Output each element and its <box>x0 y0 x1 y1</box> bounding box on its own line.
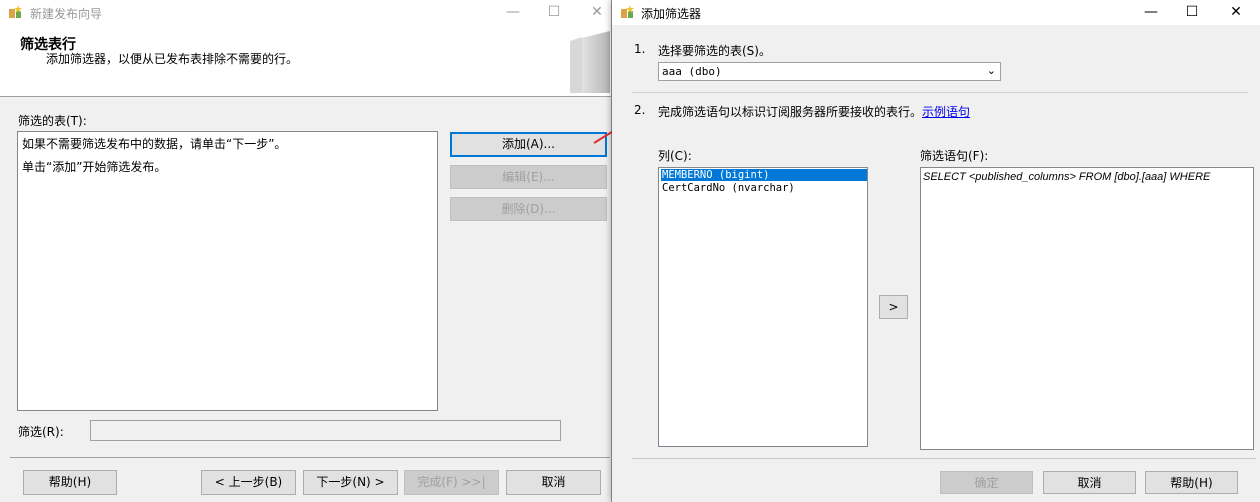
list-item: 单击“添加”开始筛选发布。 <box>22 160 167 174</box>
bottom-separator <box>632 458 1256 459</box>
filter-label: 筛选(R): <box>18 425 64 439</box>
filtered-tables-list[interactable]: 如果不需要筛选发布中的数据，请单击“下一步”。 单击“添加”开始筛选发布。 <box>17 131 438 411</box>
list-item[interactable]: MEMBERNO (bigint) <box>661 169 867 181</box>
help-button[interactable]: 帮助(H) <box>23 470 117 495</box>
new-publication-wizard-window: 新建发布向导 — ☐ ✕ 筛选表行 添加筛选器，以便从已发布表排除不需要的行。 … <box>0 0 612 502</box>
filter-statement-textarea[interactable]: SELECT <published_columns> FROM [dbo].[a… <box>920 167 1254 450</box>
add-filter-dialog: 添加筛选器 — ☐ ✕ 1. 选择要筛选的表(S)。 aaa (dbo) ⌄ 2… <box>612 0 1260 502</box>
example-statement-link[interactable]: 示例语句 <box>922 105 970 119</box>
app-icon <box>621 5 634 18</box>
finish-button[interactable]: 完成(F) >>| <box>404 470 499 495</box>
wizard-titlebar: 新建发布向导 — ☐ ✕ <box>0 0 611 25</box>
wizard-banner-graphic <box>570 31 610 93</box>
dialog-titlebar: 添加筛选器 — ☐ ✕ <box>612 0 1260 25</box>
maximize-button[interactable]: ☐ <box>539 2 569 22</box>
bottom-separator <box>10 457 610 458</box>
table-select-value: aaa (dbo) <box>662 65 722 78</box>
step2-text: 完成筛选语句以标识订阅服务器所要接收的表行。 <box>658 105 923 119</box>
list-item: 如果不需要筛选发布中的数据，请单击“下一步”。 <box>22 137 287 151</box>
cancel-button[interactable]: 取消 <box>506 470 601 495</box>
maximize-button[interactable]: ☐ <box>1177 2 1207 22</box>
app-icon <box>9 5 22 18</box>
minimize-button[interactable]: — <box>498 2 528 22</box>
filter-statement-text: SELECT <published_columns> FROM [dbo].[a… <box>923 171 1211 183</box>
ok-button[interactable]: 确定 <box>940 471 1033 494</box>
delete-filter-button[interactable]: 删除(D)... <box>450 197 607 221</box>
filter-statement-label: 筛选语句(F): <box>920 149 989 163</box>
columns-label: 列(C): <box>658 149 692 163</box>
next-button[interactable]: 下一步(N) > <box>303 470 398 495</box>
help-button[interactable]: 帮助(H) <box>1145 471 1238 494</box>
page-subtitle: 添加筛选器，以便从已发布表排除不需要的行。 <box>46 52 299 66</box>
minimize-button[interactable]: — <box>1136 2 1166 22</box>
chevron-down-icon: ⌄ <box>986 64 996 77</box>
add-column-button[interactable]: > <box>879 295 908 319</box>
back-button[interactable]: < 上一步(B) <box>201 470 296 495</box>
close-button[interactable]: ✕ <box>1221 2 1251 22</box>
wizard-title: 新建发布向导 <box>30 7 103 21</box>
cancel-button[interactable]: 取消 <box>1043 471 1136 494</box>
dialog-title: 添加筛选器 <box>641 7 702 21</box>
wizard-header: 筛选表行 添加筛选器，以便从已发布表排除不需要的行。 <box>0 25 611 97</box>
add-filter-button[interactable]: 添加(A)... <box>450 132 607 157</box>
table-select[interactable]: aaa (dbo) ⌄ <box>658 62 1001 81</box>
step2-number: 2. <box>634 103 646 117</box>
step1-number: 1. <box>634 42 646 56</box>
list-item[interactable]: CertCardNo (nvarchar) <box>661 182 867 194</box>
step1-label: 选择要筛选的表(S)。 <box>658 44 771 58</box>
filter-text-field[interactable] <box>90 420 561 441</box>
columns-list[interactable]: MEMBERNO (bigint) CertCardNo (nvarchar) <box>658 167 868 447</box>
close-button[interactable]: ✕ <box>582 2 612 22</box>
filtered-tables-label: 筛选的表(T): <box>18 114 87 128</box>
step2-label: 完成筛选语句以标识订阅服务器所要接收的表行。示例语句 <box>658 103 970 120</box>
step-separator <box>632 92 1248 93</box>
edit-filter-button[interactable]: 编辑(E)... <box>450 165 607 189</box>
